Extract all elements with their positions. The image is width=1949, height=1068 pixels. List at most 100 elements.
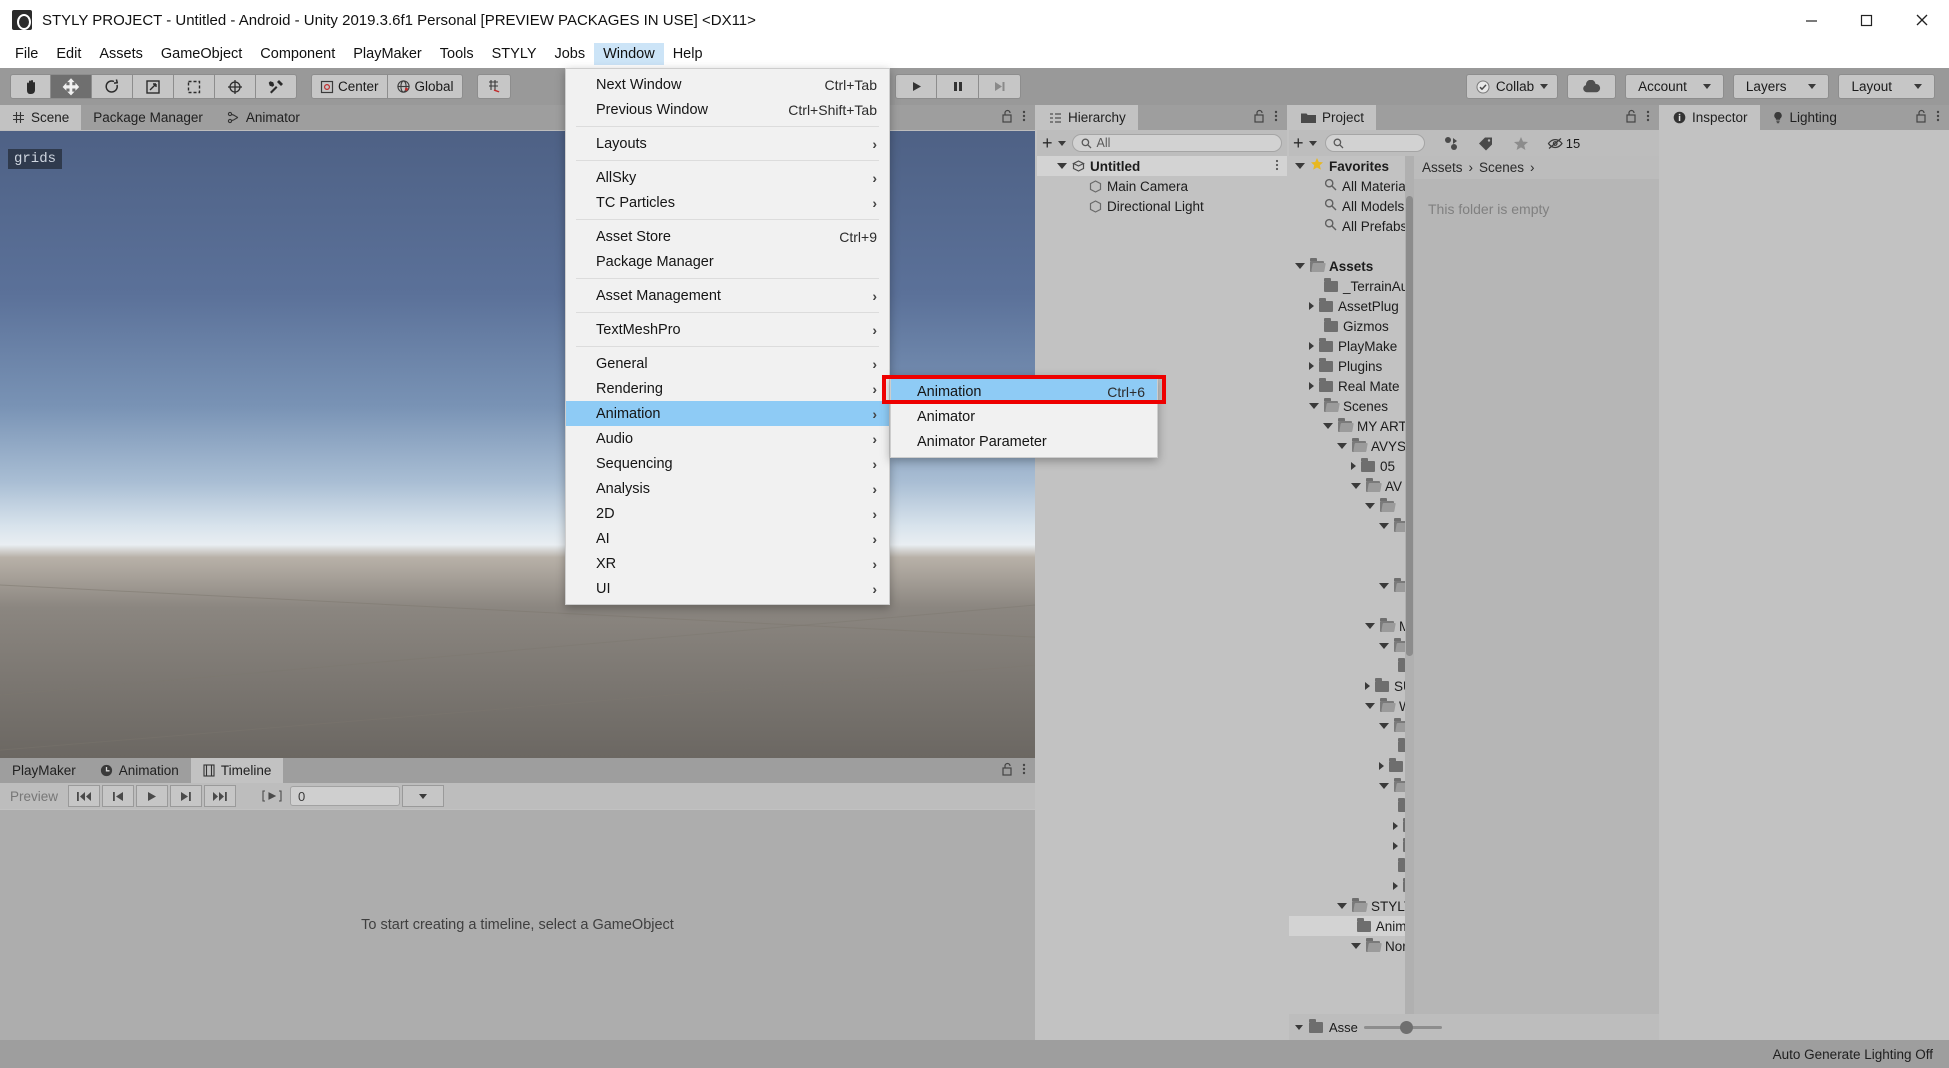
project-tree-row[interactable]: Tra xyxy=(1289,756,1414,776)
timeline-first-frame-button[interactable] xyxy=(68,785,100,807)
window-menu-item-asset-store[interactable]: Asset Store Ctrl+9 xyxy=(566,224,889,249)
hierarchy-row-main-camera[interactable]: Main Camera xyxy=(1037,176,1287,196)
chevron-down-icon[interactable] xyxy=(1379,723,1389,729)
window-menu-item-textmeshpro[interactable]: TextMeshPro › xyxy=(566,317,889,342)
project-tree-row[interactable] xyxy=(1289,596,1414,616)
account-button[interactable]: Account xyxy=(1625,74,1724,99)
project-tree-row[interactable] xyxy=(1289,576,1414,596)
hierarchy-row-untitled[interactable]: Untitled xyxy=(1037,156,1287,176)
cloud-button[interactable] xyxy=(1567,74,1617,99)
project-tree-row[interactable] xyxy=(1289,656,1414,676)
project-tree-row[interactable]: Assets xyxy=(1289,256,1414,276)
project-tree-row[interactable]: AVYS xyxy=(1289,436,1414,456)
chevron-down-icon[interactable] xyxy=(1337,443,1347,449)
window-menu-item-sequencing[interactable]: Sequencing › xyxy=(566,451,889,476)
space-mode-button[interactable]: Global xyxy=(387,74,463,99)
menu-component[interactable]: Component xyxy=(251,43,344,66)
rect-tool-button[interactable] xyxy=(174,74,215,99)
timeline-options-dropdown[interactable] xyxy=(402,785,444,807)
chevron-down-icon[interactable] xyxy=(1323,423,1333,429)
minimize-button[interactable] xyxy=(1784,0,1839,40)
project-tree-row[interactable]: PlayMake xyxy=(1289,336,1414,356)
chevron-right-icon[interactable] xyxy=(1351,462,1356,470)
project-tree-row[interactable]: All Models xyxy=(1289,196,1414,216)
maximize-button[interactable] xyxy=(1839,0,1894,40)
project-visibility-button[interactable]: 15 xyxy=(1539,132,1588,154)
project-tree-row[interactable]: Anima xyxy=(1289,916,1414,936)
collab-button[interactable]: Collab xyxy=(1465,74,1559,99)
layers-button[interactable]: Layers xyxy=(1732,74,1830,99)
project-tree-row[interactable]: CV xyxy=(1289,636,1414,656)
lock-icon[interactable] xyxy=(1625,109,1637,126)
project-tree-row[interactable]: V xyxy=(1289,856,1414,876)
project-tree-row[interactable]: Favorites xyxy=(1289,156,1414,176)
project-filter-label-button[interactable] xyxy=(1469,132,1503,154)
animation-submenu-item-animator[interactable]: Animator xyxy=(891,404,1157,429)
chevron-down-icon[interactable] xyxy=(1295,163,1305,169)
project-filter-type-button[interactable] xyxy=(1434,132,1468,154)
project-tree-row[interactable]: All Materia xyxy=(1289,176,1414,196)
chevron-down-icon[interactable] xyxy=(1057,163,1067,169)
transform-tool-button[interactable] xyxy=(215,74,256,99)
timeline-next-frame-button[interactable] xyxy=(170,785,202,807)
project-tree-row[interactable]: T xyxy=(1289,836,1414,856)
lock-icon[interactable] xyxy=(1001,109,1013,126)
step-button[interactable] xyxy=(979,74,1021,99)
window-menu-item-layouts[interactable]: Layouts › xyxy=(566,131,889,156)
chevron-right-icon[interactable] xyxy=(1309,302,1314,310)
window-menu-item-tc-particles[interactable]: TC Particles › xyxy=(566,190,889,215)
menu-gameobject[interactable]: GameObject xyxy=(152,43,251,66)
project-tree-row[interactable]: Scenes xyxy=(1289,396,1414,416)
project-tree-row[interactable] xyxy=(1289,556,1414,576)
project-tree-row[interactable] xyxy=(1289,736,1414,756)
tab-animator[interactable]: Animator xyxy=(215,105,312,130)
project-tree-row[interactable]: AV xyxy=(1289,476,1414,496)
project-tree-row[interactable]: Norm xyxy=(1289,936,1414,956)
project-tree-row[interactable]: Gizmos xyxy=(1289,316,1414,336)
menu-window[interactable]: Window xyxy=(594,42,664,66)
timeline-play-range-icon[interactable] xyxy=(256,785,288,807)
project-tree-row[interactable]: WWW xyxy=(1289,696,1414,716)
chevron-down-icon[interactable] xyxy=(1309,403,1319,409)
project-tree-row[interactable]: Music xyxy=(1289,616,1414,636)
project-tree-row[interactable]: AssetPlug xyxy=(1289,296,1414,316)
grid-snap-button[interactable] xyxy=(476,74,511,99)
project-tree-row[interactable] xyxy=(1289,536,1414,556)
pivot-mode-button[interactable]: Center xyxy=(311,74,388,99)
project-tree-row[interactable]: All Prefabs xyxy=(1289,216,1414,236)
chevron-right-icon[interactable] xyxy=(1379,762,1384,770)
timeline-prev-frame-button[interactable] xyxy=(102,785,134,807)
tab-lighting[interactable]: Lighting xyxy=(1760,105,1849,130)
timeline-frame-input[interactable]: 0 xyxy=(290,786,400,806)
hierarchy-search-input[interactable]: All xyxy=(1071,134,1282,152)
animation-submenu-item-animation[interactable]: Animation Ctrl+6 xyxy=(891,379,1157,404)
chevron-down-icon[interactable] xyxy=(1365,703,1375,709)
kebab-menu-icon[interactable] xyxy=(1274,109,1278,126)
play-button[interactable] xyxy=(895,74,937,99)
breadcrumb-assets[interactable]: Assets xyxy=(1422,160,1463,175)
chevron-down-icon[interactable] xyxy=(1351,483,1361,489)
animation-submenu-item-animator-parameter[interactable]: Animator Parameter xyxy=(891,429,1157,454)
chevron-down-icon[interactable] xyxy=(1379,783,1389,789)
lock-icon[interactable] xyxy=(1001,762,1013,779)
chevron-right-icon[interactable] xyxy=(1393,882,1398,890)
scale-tool-button[interactable] xyxy=(133,74,174,99)
slider-knob[interactable] xyxy=(1399,1020,1413,1034)
project-tree-row[interactable] xyxy=(1289,516,1414,536)
menu-styly[interactable]: STYLY xyxy=(483,43,546,66)
move-tool-button[interactable] xyxy=(51,74,92,99)
chevron-down-icon[interactable] xyxy=(1295,1024,1303,1030)
chevron-down-icon[interactable] xyxy=(1365,623,1375,629)
window-menu-item-animation[interactable]: Animation › xyxy=(566,401,889,426)
chevron-down-icon[interactable] xyxy=(1351,943,1361,949)
window-menu-item-xr[interactable]: XR › xyxy=(566,551,889,576)
kebab-menu-icon[interactable] xyxy=(1022,109,1026,126)
chevron-down-icon[interactable] xyxy=(1379,583,1389,589)
chevron-right-icon[interactable] xyxy=(1309,362,1314,370)
layout-button[interactable]: Layout xyxy=(1838,74,1935,99)
menu-assets[interactable]: Assets xyxy=(90,43,152,66)
window-menu-item-previous-window[interactable]: Previous Window Ctrl+Shift+Tab xyxy=(566,97,889,122)
window-menu-item-ai[interactable]: AI › xyxy=(566,526,889,551)
chevron-down-icon[interactable] xyxy=(1379,523,1389,529)
window-menu-item-next-window[interactable]: Next Window Ctrl+Tab xyxy=(566,72,889,97)
